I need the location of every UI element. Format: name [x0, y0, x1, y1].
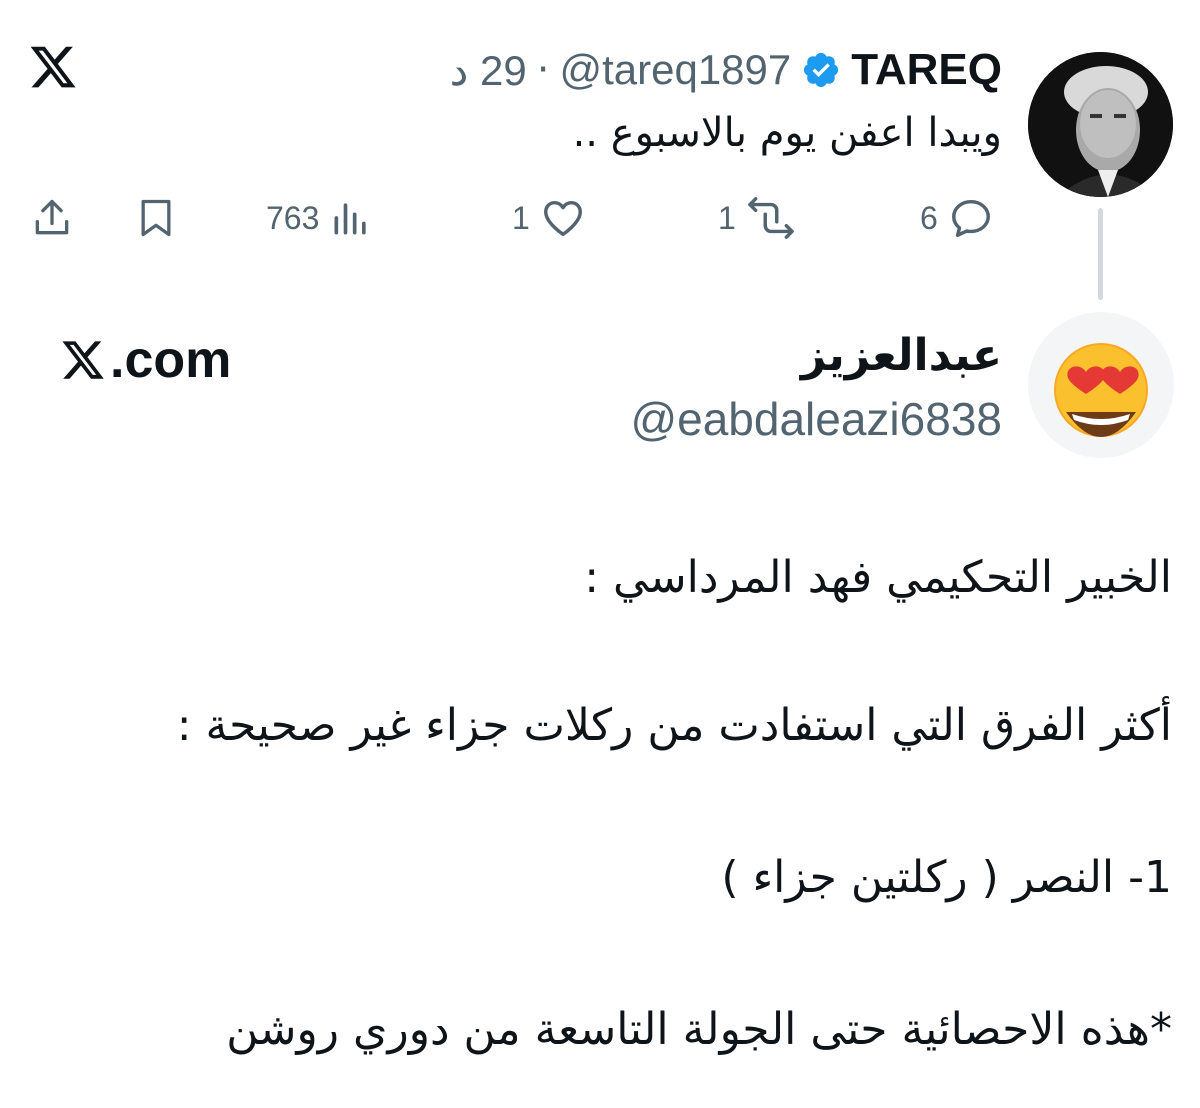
x-com-brand: .com	[58, 330, 231, 390]
author-avatar[interactable]	[1028, 52, 1173, 197]
like-count: 1	[512, 199, 530, 236]
author-handle[interactable]: @tareq1897	[559, 46, 791, 94]
bookmark-icon	[141, 199, 171, 237]
bookmark-button[interactable]	[134, 188, 178, 248]
views-count: 763	[266, 199, 320, 236]
x-logo-icon	[62, 341, 104, 379]
card-line-3: 1- النصر ( ركلتين جزاء )	[721, 852, 1172, 903]
views-button[interactable]: 763	[266, 188, 373, 248]
x-logo-icon[interactable]	[28, 42, 78, 92]
card-author-name: عبدالعزيز	[800, 330, 1002, 381]
share-icon	[35, 199, 69, 235]
tweet-header: TAREQ @tareq1897 · 29 د	[450, 40, 1002, 100]
share-button[interactable]	[30, 188, 74, 248]
card-line-4: *هذه الاحصائية حتى الجولة التاسعة من دور…	[226, 1004, 1172, 1055]
views-icon	[334, 203, 367, 235]
card-author-handle: @eabdaleazi6838	[630, 393, 1002, 445]
like-icon	[543, 200, 582, 237]
thread-line	[1098, 208, 1103, 300]
retweet-icon	[747, 197, 794, 239]
card-line-2: أكثر الفرق التي استفادت من ركلات جزاء غي…	[176, 700, 1172, 751]
reply-count: 6	[920, 199, 938, 236]
verified-badge-icon	[804, 52, 839, 88]
brand-domain: .com	[110, 331, 232, 389]
reply-button[interactable]: 6	[920, 188, 994, 248]
like-button[interactable]: 1	[512, 188, 586, 248]
retweet-count: 1	[718, 199, 736, 236]
tweet-text: ويبدا اعفن يوم بالاسبوع ..	[572, 110, 1002, 156]
tweet-time[interactable]: 29 د	[450, 46, 527, 95]
retweet-button[interactable]: 1	[718, 188, 796, 248]
emoji-heart-eyes-icon	[1054, 343, 1148, 437]
reply-icon	[951, 199, 990, 237]
card-avatar[interactable]	[1028, 312, 1174, 458]
separator-dot: ·	[536, 47, 550, 93]
author-name[interactable]: TAREQ	[851, 45, 1002, 95]
card-line-1: الخبير التحكيمي فهد المرداسي :	[584, 552, 1172, 603]
